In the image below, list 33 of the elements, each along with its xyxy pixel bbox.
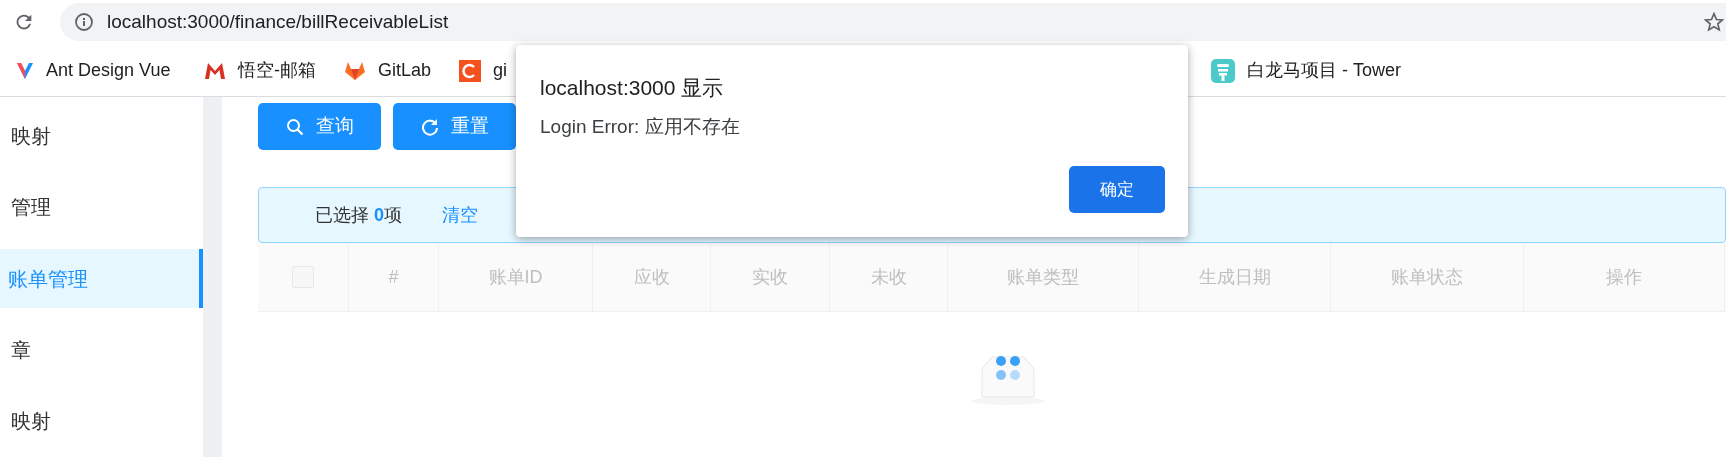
bookmark-link[interactable]: Ant Design Vue <box>46 57 171 84</box>
column-header: 账单类型 <box>948 243 1139 311</box>
search-icon <box>285 117 304 136</box>
url-text: localhost:3000/finance/billReceivableList <box>107 9 449 34</box>
info-icon[interactable] <box>74 12 94 32</box>
dialog-title: localhost:3000 显示 <box>540 75 724 101</box>
bookmark-link[interactable]: GitLab <box>378 57 432 84</box>
column-header: 未收 <box>830 243 948 311</box>
tower-logo-icon <box>1211 58 1235 83</box>
column-header: 操作 <box>1524 243 1725 311</box>
column-header: 账单状态 <box>1331 243 1524 311</box>
v-logo-icon <box>16 60 34 81</box>
column-header: 账单ID <box>439 243 593 311</box>
reload-icon <box>420 117 439 136</box>
c-logo-icon <box>459 59 481 82</box>
menu-item[interactable]: 映射 <box>0 106 203 166</box>
menu-item[interactable]: 章 <box>0 320 203 380</box>
address-bar[interactable]: localhost:3000/finance/billReceivableList <box>60 3 1726 41</box>
m-logo-icon <box>204 61 226 80</box>
column-header: 应收 <box>593 243 711 311</box>
ok-button[interactable]: 确定 <box>1069 166 1165 213</box>
column-header: 生成日期 <box>1139 243 1331 311</box>
star-icon[interactable] <box>1704 12 1724 32</box>
selection-count-text: 已选择 0项 <box>315 203 403 227</box>
bookmark-link[interactable]: 悟空-邮箱 <box>238 57 316 84</box>
column-header: # <box>349 243 439 311</box>
dialog-message: Login Error: 应用不存在 <box>540 115 740 139</box>
column-header: 实收 <box>711 243 830 311</box>
bookmark-link[interactable]: 白龙马项目 - Tower <box>1247 57 1401 84</box>
menu-item[interactable]: 管理 <box>0 177 203 237</box>
menu-item[interactable]: 映射 <box>0 391 203 452</box>
fox-logo-icon <box>344 60 366 81</box>
bookmark-link[interactable]: gi <box>493 57 507 84</box>
